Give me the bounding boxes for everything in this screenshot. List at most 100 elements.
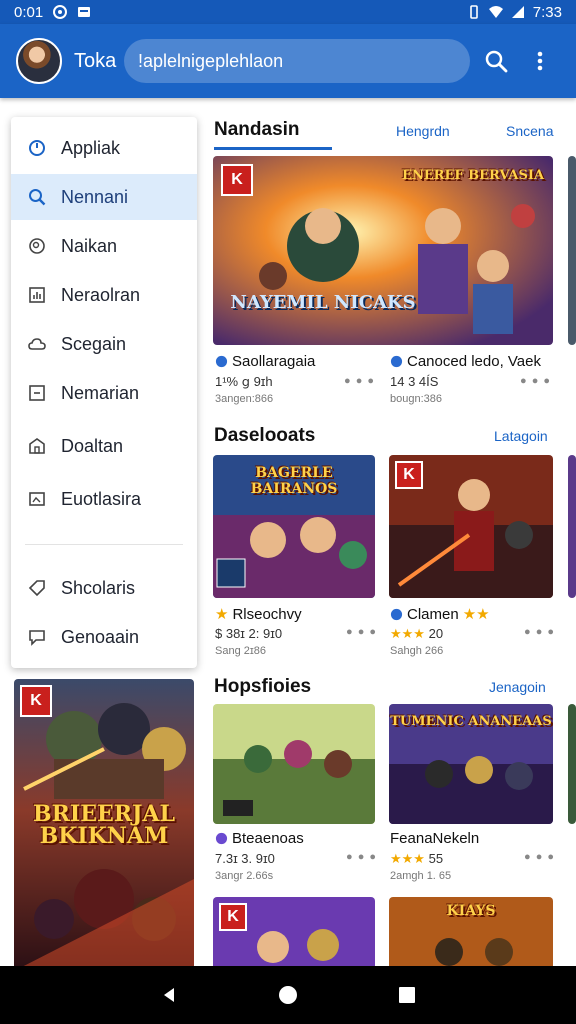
drawer-secondary-item-1[interactable]: Genoaain <box>11 614 197 660</box>
card-subtitle-text: 55 <box>428 851 444 866</box>
drawer-item-6[interactable]: Doaltan <box>11 423 197 469</box>
home-circle-icon <box>278 986 297 1004</box>
card-dots-icon[interactable]: ● ● ● <box>346 626 377 638</box>
card-title: Saollaragaia <box>215 353 315 370</box>
card-meta: Sang 2ɪ86 <box>215 645 267 657</box>
card-title: FeanaNekeln <box>390 830 479 847</box>
card-dots-icon[interactable]: ● ● ● <box>520 375 551 387</box>
card-dots-icon[interactable]: ● ● ● <box>344 375 375 387</box>
verified-icon <box>215 832 228 845</box>
section-tab[interactable]: Hengrdn <box>396 123 450 139</box>
game-card-title: TUMENIC ANANEAAS <box>390 714 552 729</box>
game-card[interactable] <box>213 704 375 824</box>
chat-icon <box>27 627 47 647</box>
verified-icon <box>390 608 403 620</box>
status-time-left: 0:01 <box>14 3 44 21</box>
drawer-item-5[interactable]: Nemarian <box>11 370 197 416</box>
drawer-item-0[interactable]: Appliak <box>11 125 197 171</box>
box-icon <box>27 383 47 403</box>
search-button[interactable] <box>478 43 514 79</box>
signal-icon <box>511 6 524 18</box>
game-card-title: BAGERLE BAIRANOS <box>250 465 338 497</box>
drawer-item-label: Nemarian <box>61 382 140 403</box>
game-badge-icon: K <box>221 164 253 196</box>
cloud-icon <box>27 334 47 354</box>
avatar[interactable] <box>16 38 62 84</box>
navigation-drawer: Appliak Nennani Naikan Neraolran Scegain… <box>11 117 197 668</box>
next-card-peek[interactable] <box>568 455 576 598</box>
drawer-item-label: Genoaain <box>61 626 140 647</box>
game-badge-icon: K <box>395 461 423 489</box>
star-icon: ★ <box>215 606 229 623</box>
game-card-art <box>213 704 375 824</box>
status-bar: 0:01 7:33 <box>0 0 576 24</box>
section-link[interactable]: Jenagoin <box>489 679 546 695</box>
game-card[interactable]: KIAYS <box>389 897 553 966</box>
drawer-item-label: Nennani <box>61 186 129 207</box>
rating-stars: ★★★ <box>390 626 425 641</box>
next-card-peek[interactable] <box>568 704 576 824</box>
game-card[interactable]: BAGERLE BAIRANOS <box>213 455 375 598</box>
search-icon <box>485 50 508 73</box>
chart-icon <box>27 285 47 305</box>
game-badge-icon: K <box>20 685 52 717</box>
drawer-item-2[interactable]: Naikan <box>11 223 197 269</box>
drawer-item-4[interactable]: Scegain <box>11 321 197 367</box>
section-tab[interactable]: Sncena <box>506 123 553 139</box>
game-card[interactable]: K <box>213 897 375 966</box>
featured-poster[interactable]: K BRIEERJAL BKIKNAM <box>14 679 194 971</box>
card-meta: 2amgh 1. 65 <box>390 870 452 882</box>
card-title-text: Rlseochvy <box>232 605 302 623</box>
featured-poster-title: BRIEERJAL BKIKNAM <box>33 801 175 849</box>
game-badge-icon: K <box>219 903 247 931</box>
verified-icon <box>215 355 228 368</box>
card-title: ★ Rlseochvy <box>215 605 302 624</box>
star-icon: ★★ <box>462 606 490 623</box>
card-title-text: FeanaNekeln <box>390 830 480 847</box>
hero-game-card[interactable]: K ENEREF BERVASIA NAYEMIL NICAKS <box>213 156 553 345</box>
search-input[interactable]: !aplelnigeplehlaon <box>124 39 470 83</box>
section-title: Nandasin <box>214 119 300 140</box>
card-subtitle: ★★★ 20 <box>390 626 443 642</box>
vibrate-icon <box>469 5 478 19</box>
card-subtitle: $ 38ɪ 2: 9ɪ0 <box>215 626 283 641</box>
message-notification-icon <box>78 7 91 17</box>
system-nav-bar <box>0 966 576 1024</box>
next-card-peek[interactable] <box>568 156 576 345</box>
card-subtitle: 1¹% ց 9ɪh <box>215 374 273 389</box>
drawer-item-1[interactable]: Nennani <box>11 174 197 220</box>
section-title: Daselooats <box>214 425 316 446</box>
card-subtitle: 7.3ɪ 3. 9ɪ0 <box>215 851 275 866</box>
back-button[interactable] <box>149 975 189 1015</box>
recents-square-icon <box>398 987 415 1003</box>
more-vert-icon <box>537 51 543 71</box>
card-dots-icon[interactable]: ● ● ● <box>346 851 377 863</box>
card-dots-icon[interactable]: ● ● ● <box>524 626 555 638</box>
drawer-secondary-item-0[interactable]: Shcolaris <box>11 565 197 611</box>
recents-button[interactable] <box>387 975 427 1015</box>
drawer-item-7[interactable]: Euotlasira <box>11 476 197 522</box>
drawer-item-label: Neraolran <box>61 284 141 305</box>
tag-icon <box>27 578 47 598</box>
game-card[interactable]: K <box>389 455 553 598</box>
drawer-item-label: Shcolaris <box>61 577 136 598</box>
game-card-title: KIAYS <box>446 903 496 919</box>
circle-notification-icon <box>53 5 68 19</box>
drawer-item-label: Doaltan <box>61 435 124 456</box>
image-icon <box>27 489 47 509</box>
game-card[interactable]: TUMENIC ANANEAAS <box>389 704 553 824</box>
drawer-item-label: Euotlasira <box>61 488 142 509</box>
drawer-item-label: Naikan <box>61 235 118 256</box>
home-icon <box>27 436 47 456</box>
section-link[interactable]: Latagoin <box>494 428 548 444</box>
card-dots-icon[interactable]: ● ● ● <box>524 851 555 863</box>
hero-game-title: NAYEMIL NICAKS <box>230 292 416 313</box>
drawer-item-3[interactable]: Neraolran <box>11 272 197 318</box>
more-options-button[interactable] <box>522 43 558 79</box>
card-meta: 3angr 2.66s <box>215 870 274 882</box>
magnifier-circle-icon <box>27 236 47 256</box>
app-bar: Toka !aplelnigeplehlaon <box>0 24 576 98</box>
card-title: Clamen ★★ <box>390 605 490 623</box>
home-button[interactable] <box>268 975 308 1015</box>
hero-game-subtitle: ENEREF BERVASIA <box>401 168 545 183</box>
